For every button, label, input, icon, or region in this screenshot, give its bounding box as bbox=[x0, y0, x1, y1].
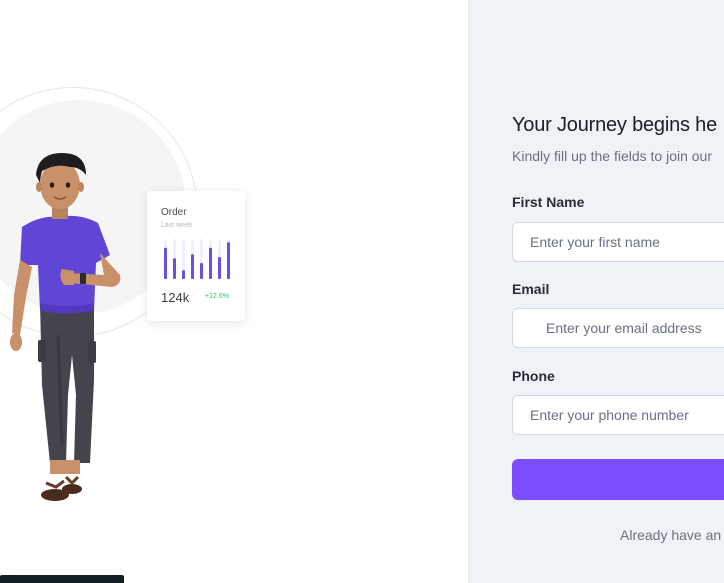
character-illustration bbox=[10, 153, 121, 501]
order-stats-card: Order Last week 124k +12.6% bbox=[147, 191, 245, 321]
form-subtitle: Kindly fill up the fields to join our bbox=[512, 148, 712, 164]
order-bar bbox=[164, 247, 167, 279]
order-bar bbox=[182, 270, 185, 279]
phone-label: Phone bbox=[512, 368, 555, 384]
order-bar bbox=[173, 258, 176, 279]
order-card-subtitle: Last week bbox=[161, 222, 193, 229]
order-card-change: +12.6% bbox=[205, 293, 229, 300]
order-bar bbox=[200, 263, 203, 279]
first-name-label: First Name bbox=[512, 194, 585, 210]
signup-page: Order Last week 124k +12.6% Your Journey… bbox=[0, 0, 724, 583]
illustration-panel: Order Last week 124k +12.6% bbox=[0, 0, 468, 583]
bottom-dark-block bbox=[0, 575, 124, 583]
signup-form-panel: Your Journey begins he Kindly fill up th… bbox=[468, 0, 724, 583]
login-prompt-text: Already have an bbox=[620, 527, 722, 543]
order-bar bbox=[191, 254, 194, 279]
first-name-input[interactable] bbox=[512, 222, 724, 262]
order-bar bbox=[218, 257, 221, 279]
order-card-title: Order bbox=[161, 207, 187, 218]
order-bar bbox=[227, 242, 230, 279]
email-label: Email bbox=[512, 281, 550, 297]
order-card-value: 124k bbox=[161, 290, 190, 305]
order-bar bbox=[209, 247, 212, 279]
order-bar-chart bbox=[164, 239, 230, 279]
submit-button[interactable] bbox=[512, 459, 724, 500]
email-input[interactable] bbox=[512, 308, 724, 348]
phone-input[interactable] bbox=[512, 395, 724, 435]
form-title: Your Journey begins he bbox=[512, 114, 718, 136]
